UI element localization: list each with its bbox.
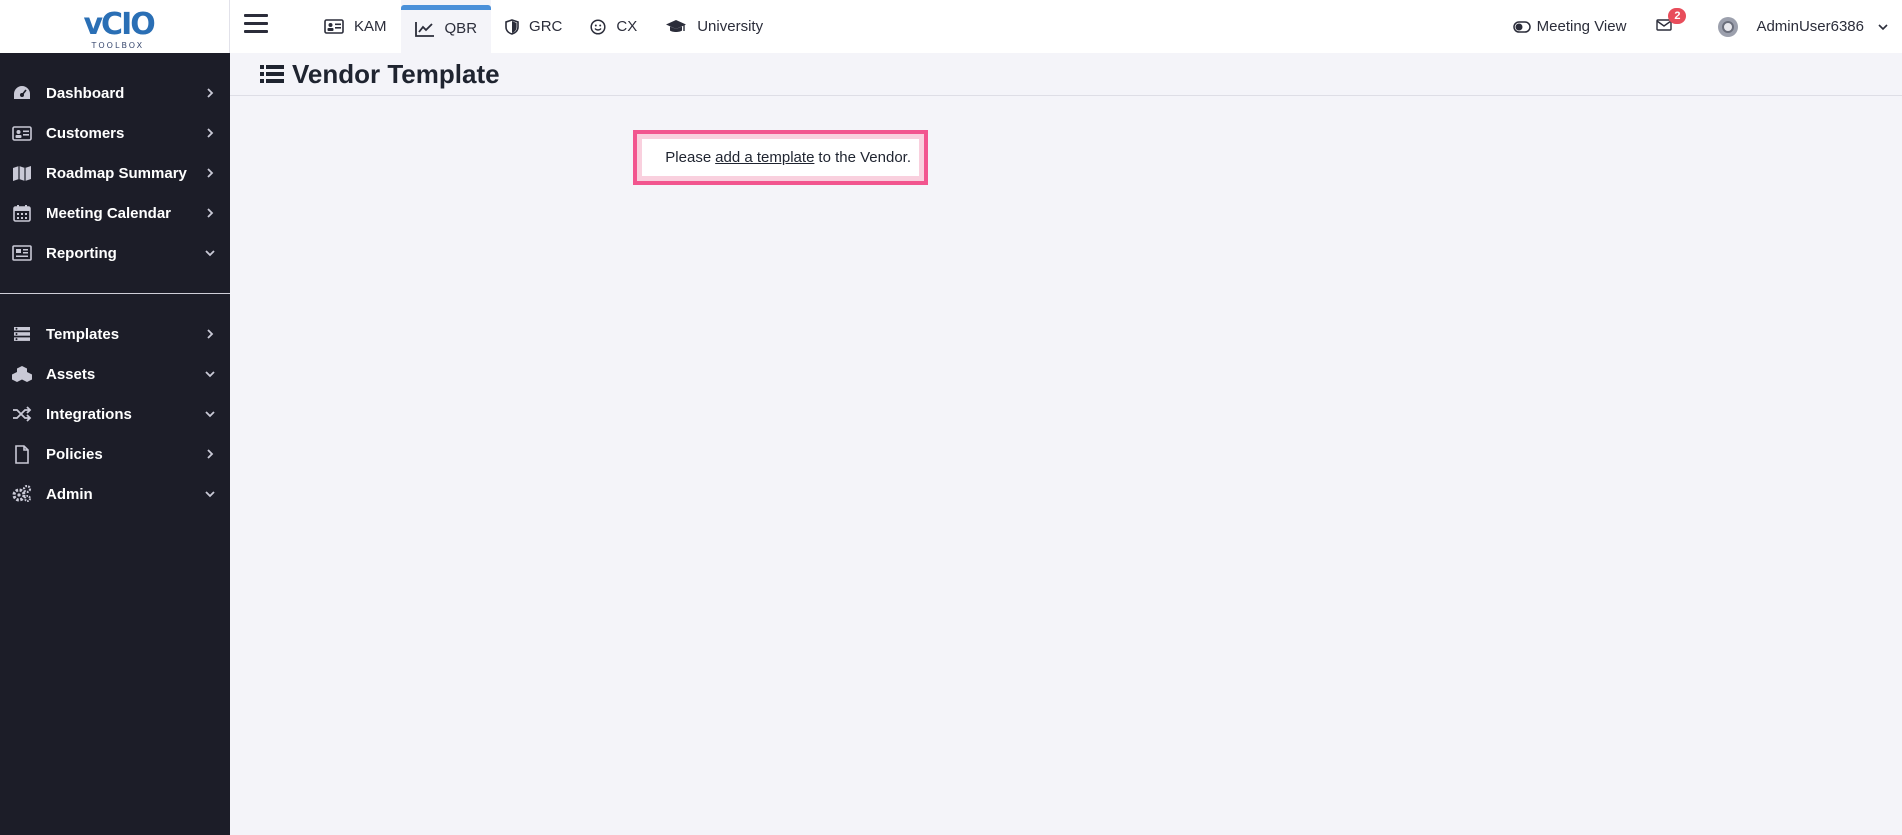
- report-icon: [12, 243, 32, 263]
- smile-icon: [590, 18, 606, 35]
- tab-label: QBR: [444, 20, 478, 37]
- add-template-link[interactable]: add a template: [715, 149, 814, 166]
- sidebar-item-admin[interactable]: Admin: [0, 474, 230, 514]
- tab-qbr[interactable]: QBR: [400, 0, 492, 53]
- message-count-badge: 2: [1668, 7, 1687, 24]
- shield-icon: [505, 18, 519, 35]
- chevron-down-icon: [204, 368, 216, 380]
- sidebar-item-label: Integrations: [46, 405, 132, 423]
- map-icon: [12, 163, 32, 183]
- chevron-right-icon: [204, 167, 216, 179]
- top-navbar: KAM QBR GRC CX University Meeting View 2: [230, 0, 1902, 53]
- messages-button[interactable]: 2: [1656, 7, 1687, 36]
- sidebar-divider: [0, 293, 230, 294]
- user-menu[interactable]: AdminUser6386: [1718, 16, 1888, 37]
- chevron-down-icon: [204, 488, 216, 500]
- page-title: Vendor Template: [292, 58, 500, 89]
- hamburger-menu-icon[interactable]: [244, 14, 268, 36]
- chevron-down-icon: [204, 408, 216, 420]
- notice-prefix: Please: [665, 149, 712, 166]
- tab-label: GRC: [529, 18, 563, 35]
- dashboard-icon: [12, 83, 32, 103]
- chevron-right-icon: [204, 207, 216, 219]
- sidebar-nav-secondary: Templates Assets Integrations Policies A…: [0, 314, 230, 514]
- sidebar-item-integrations[interactable]: Integrations: [0, 394, 230, 434]
- logo-sub-text: TOOLBOX: [91, 40, 145, 50]
- chevron-down-icon: [1878, 23, 1888, 30]
- line-chart-icon: [414, 21, 434, 37]
- sidebar-item-label: Admin: [46, 485, 93, 503]
- id-card-icon: [324, 19, 344, 34]
- chevron-down-icon: [204, 247, 216, 259]
- vcio-toolbox-logo[interactable]: vCIO TOOLBOX: [80, 3, 156, 51]
- sidebar-item-label: Roadmap Summary: [46, 164, 187, 182]
- sidebar-item-roadmap-summary[interactable]: Roadmap Summary: [0, 153, 230, 193]
- empty-template-notice: Please add a template to the Vendor.: [633, 130, 928, 185]
- chevron-right-icon: [204, 127, 216, 139]
- sidebar-item-label: Meeting Calendar: [46, 204, 172, 222]
- assets-icon: [12, 364, 32, 384]
- tab-cx[interactable]: CX: [576, 0, 651, 53]
- module-tabs: KAM QBR GRC CX University: [310, 0, 777, 53]
- sidebar-item-label: Customers: [46, 124, 125, 142]
- calendar-icon: [12, 203, 32, 223]
- username: AdminUser6386: [1756, 18, 1864, 35]
- templates-icon: [12, 324, 32, 344]
- sidebar-item-label: Policies: [46, 445, 103, 463]
- page-header: Vendor Template: [230, 53, 1902, 96]
- chevron-right-icon: [204, 328, 216, 340]
- notice-message: Please add a template to the Vendor.: [642, 139, 919, 176]
- graduation-cap-icon: [666, 19, 687, 32]
- gears-icon: [12, 484, 32, 504]
- notice-suffix: to the Vendor.: [818, 149, 911, 166]
- sidebar: vCIO TOOLBOX Dashboard Customers Roadmap…: [0, 0, 230, 835]
- sidebar-nav: Dashboard Customers Roadmap Summary Meet…: [0, 53, 230, 273]
- sidebar-item-label: Templates: [46, 325, 120, 343]
- sidebar-item-reporting[interactable]: Reporting: [0, 233, 230, 273]
- sidebar-item-label: Reporting: [46, 244, 117, 262]
- tab-grc[interactable]: GRC: [491, 0, 576, 53]
- list-icon: [260, 65, 284, 83]
- topbar-right-tools: Meeting View 2 AdminUser6386: [1512, 0, 1902, 53]
- shuffle-icon: [12, 404, 32, 424]
- sidebar-item-label: Dashboard: [46, 84, 125, 102]
- tab-label: University: [697, 18, 764, 35]
- toggle-icon: [1512, 20, 1531, 33]
- logo-area[interactable]: vCIO TOOLBOX: [0, 0, 230, 53]
- tab-label: KAM: [354, 18, 387, 35]
- sidebar-item-dashboard[interactable]: Dashboard: [0, 73, 230, 113]
- tab-kam[interactable]: KAM: [310, 0, 401, 53]
- meeting-view-label: Meeting View: [1536, 18, 1627, 35]
- file-icon: [12, 444, 32, 464]
- address-card-icon: [12, 123, 32, 143]
- tab-university[interactable]: University: [651, 0, 777, 53]
- chevron-right-icon: [204, 87, 216, 99]
- sidebar-item-templates[interactable]: Templates: [0, 314, 230, 354]
- sidebar-item-customers[interactable]: Customers: [0, 113, 230, 153]
- sidebar-item-label: Assets: [46, 365, 96, 383]
- sidebar-item-policies[interactable]: Policies: [0, 434, 230, 474]
- chevron-right-icon: [204, 448, 216, 460]
- sidebar-item-meeting-calendar[interactable]: Meeting Calendar: [0, 193, 230, 233]
- logo-main-text: vCIO: [83, 6, 156, 42]
- tab-label: CX: [616, 18, 638, 35]
- sidebar-item-assets[interactable]: Assets: [0, 354, 230, 394]
- avatar: [1718, 16, 1739, 37]
- meeting-view-toggle[interactable]: Meeting View: [1512, 18, 1627, 35]
